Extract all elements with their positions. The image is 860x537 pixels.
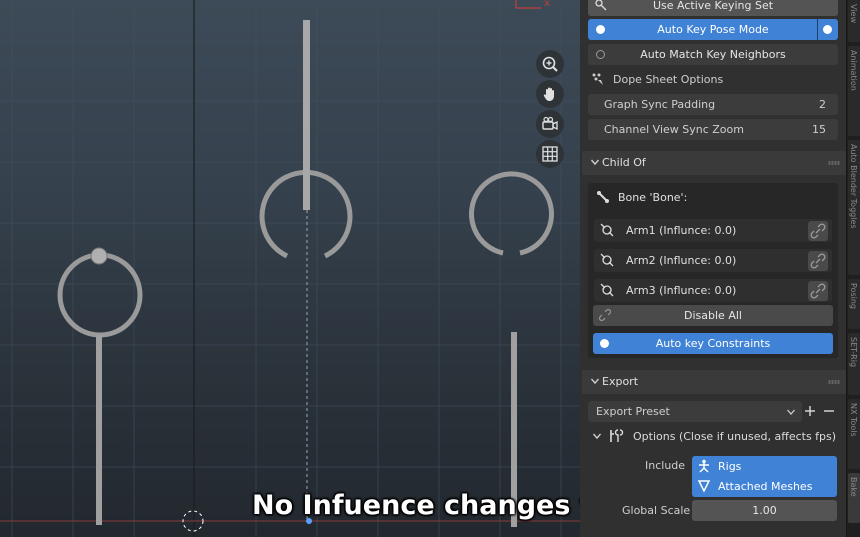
dope-sheet-options-icon <box>592 73 603 85</box>
export-title: Export <box>602 375 639 388</box>
disable-all-button[interactable]: Disable All <box>593 305 833 326</box>
auto-key-constraints-checkbox-icon <box>600 339 609 348</box>
constraint-icon <box>600 283 614 297</box>
include-attached-meshes-label: Attached Meshes <box>718 480 813 493</box>
child-of-title: Child Of <box>602 156 646 169</box>
tools-icon <box>610 429 624 442</box>
export-preset-dropdown[interactable]: Export Preset <box>588 401 802 422</box>
camera-icon <box>542 116 558 131</box>
chevron-down-icon <box>590 159 600 166</box>
graph-sync-padding-value: 2 <box>819 98 826 111</box>
sidebar-tab[interactable]: SET-Rig <box>848 333 860 395</box>
sidebar-tab[interactable]: Animation <box>848 46 860 136</box>
auto-match-key-neighbors-toggle[interactable]: Auto Match Key Neighbors <box>588 44 838 65</box>
keying-set-icon <box>595 0 607 11</box>
zoom-icon <box>542 56 558 72</box>
video-subtitle: No Infuence changes yet. <box>252 490 580 521</box>
arm-label: Arm1 (Influnce: 0.0) <box>626 224 737 237</box>
3d-viewport[interactable]: x No Infuence changes yet. <box>0 0 580 537</box>
auto-key-pose-mode-label: Auto Key Pose Mode <box>657 23 769 36</box>
include-attached-meshes-toggle[interactable]: Attached Meshes <box>692 476 837 497</box>
channel-view-sync-zoom-label: Channel View Sync Zoom <box>604 123 744 136</box>
drag-grip-icon[interactable] <box>828 161 840 165</box>
export-panel-header[interactable]: Export <box>582 370 846 394</box>
sidebar-tab[interactable]: NX Tools <box>848 399 860 469</box>
link-button[interactable] <box>808 281 828 301</box>
chevron-down-icon[interactable] <box>592 431 602 441</box>
chevron-down-icon <box>787 409 795 415</box>
grid-icon <box>542 146 558 162</box>
sidebar-tab-active[interactable]: Bake <box>848 473 860 523</box>
arm-label: Arm3 (Influnce: 0.0) <box>626 284 737 297</box>
channel-view-sync-zoom-field[interactable]: Channel View Sync Zoom 15 <box>588 119 838 140</box>
bone-icon <box>597 191 609 203</box>
sidebar-tab[interactable]: Posing <box>848 279 860 329</box>
constraint-icon <box>600 223 614 237</box>
use-active-keying-set-button[interactable]: Use Active Keying Set <box>588 0 838 16</box>
scene-canvas <box>0 0 580 537</box>
pan-button[interactable] <box>536 80 564 108</box>
auto-key-pose-mode-toggle[interactable]: Auto Key Pose Mode <box>588 19 838 40</box>
disable-all-label: Disable All <box>684 309 742 322</box>
options-label: Options (Close if unused, affects fps) <box>633 430 837 443</box>
auto-match-radio-icon <box>596 50 605 59</box>
link-icon <box>810 283 826 299</box>
arm-label: Arm2 (Influnce: 0.0) <box>626 254 737 267</box>
export-preset-label: Export Preset <box>596 405 670 418</box>
remove-preset-button[interactable] <box>823 405 835 417</box>
viewport-grid <box>0 0 580 537</box>
link-icon <box>810 223 826 239</box>
auto-match-key-neighbors-label: Auto Match Key Neighbors <box>640 48 786 61</box>
graph-sync-padding-label: Graph Sync Padding <box>604 98 716 111</box>
include-label: Include <box>645 459 686 472</box>
auto-key-constraints-label: Auto key Constraints <box>655 337 771 350</box>
rig-right-ring <box>469 171 554 256</box>
drag-grip-icon[interactable] <box>828 380 840 384</box>
dope-sheet-options-label: Dope Sheet Options <box>613 73 724 86</box>
graph-sync-padding-field[interactable]: Graph Sync Padding 2 <box>588 94 838 115</box>
chevron-down-icon <box>590 378 600 385</box>
sidebar-tab[interactable]: View <box>848 0 860 42</box>
include-rigs-toggle[interactable]: Rigs <box>692 456 837 477</box>
mesh-triangle-icon <box>697 480 711 493</box>
auto-key-pose-mode-right-checkbox-icon <box>823 25 832 34</box>
global-scale-value: 1.00 <box>752 504 777 517</box>
rig-left-ring <box>57 252 143 338</box>
axis-label: x <box>544 0 550 9</box>
unlink-icon <box>599 309 611 321</box>
link-button[interactable] <box>808 251 828 271</box>
auto-key-pose-mode-checkbox-icon <box>596 25 605 34</box>
zoom-button[interactable] <box>536 50 564 78</box>
channel-view-sync-zoom-value: 15 <box>812 123 826 136</box>
add-preset-button[interactable] <box>804 405 816 417</box>
link-icon <box>810 253 826 269</box>
armature-icon <box>699 459 709 473</box>
ortho-toggle-button[interactable] <box>536 140 564 168</box>
link-button[interactable] <box>808 221 828 241</box>
sidebar-tabs: View Animation Auto Blender Toggles Posi… <box>846 0 860 537</box>
constraint-icon <box>600 253 614 267</box>
hand-pan-icon <box>543 87 554 101</box>
global-scale-label: Global Scale <box>622 504 691 517</box>
bone-label: Bone 'Bone': <box>618 191 688 204</box>
use-active-keying-set-label: Use Active Keying Set <box>652 0 774 12</box>
include-rigs-label: Rigs <box>718 460 742 473</box>
child-of-panel-header[interactable]: Child Of <box>582 151 846 175</box>
camera-view-button[interactable] <box>536 110 564 138</box>
auto-key-constraints-toggle[interactable]: Auto key Constraints <box>593 333 833 354</box>
global-scale-field[interactable]: 1.00 <box>692 500 837 521</box>
sidebar-tab[interactable]: Auto Blender Toggles <box>848 140 860 275</box>
